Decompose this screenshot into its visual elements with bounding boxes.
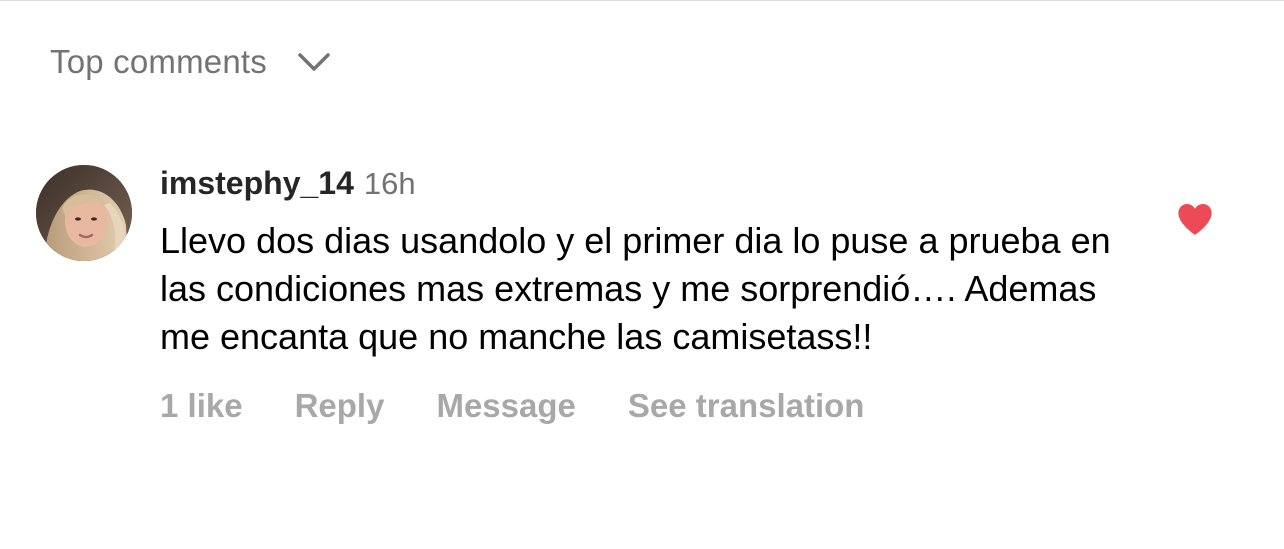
likes-count-button[interactable]: 1 like [160,387,243,425]
comment-timestamp: 16h [363,166,416,201]
avatar[interactable] [36,165,132,261]
reply-button[interactable]: Reply [295,387,385,425]
comment-actions: 1 like Reply Message See translation [160,387,1130,425]
top-divider [0,0,1284,1]
sort-comments-dropdown[interactable]: Top comments [50,40,331,84]
chevron-down-icon [297,50,331,74]
comment-text: Llevo dos dias usandolo y el primer dia … [160,220,1111,357]
heart-icon[interactable] [1176,201,1214,237]
sort-label: Top comments [50,43,267,80]
see-translation-button[interactable]: See translation [628,387,865,425]
comment-username[interactable]: imstephy_14 [160,165,354,202]
message-button[interactable]: Message [436,387,575,425]
comment-meta: imstephy_14 16h [160,165,1130,205]
comment-body: imstephy_14 16h Llevo dos dias usandolo … [160,165,1130,425]
